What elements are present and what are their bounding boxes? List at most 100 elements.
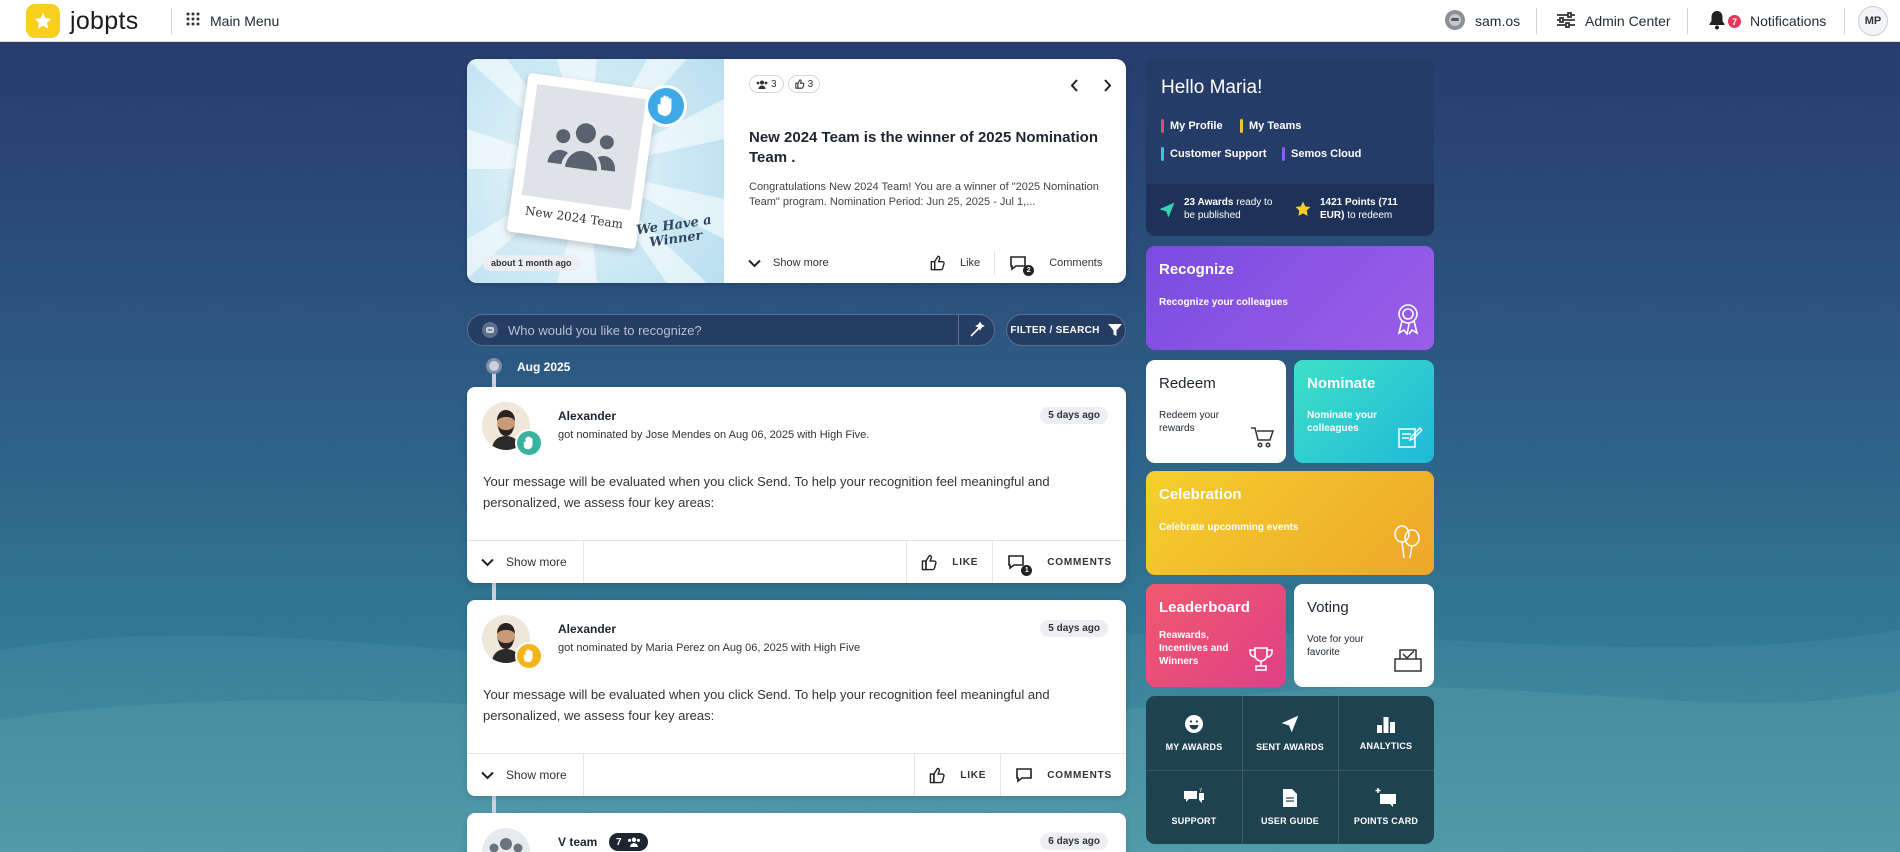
recognize-search-bar bbox=[467, 314, 995, 346]
bar-chart-icon bbox=[1377, 717, 1395, 733]
main-menu-button[interactable]: Main Menu bbox=[186, 0, 279, 42]
points-chat-icon bbox=[1375, 788, 1396, 807]
bot-icon bbox=[482, 322, 498, 338]
ballot-box-icon bbox=[1394, 648, 1422, 677]
post-time-chip: 5 days ago bbox=[1040, 407, 1108, 424]
show-more-button[interactable]: Show more bbox=[467, 541, 583, 583]
divider bbox=[582, 541, 584, 583]
divider bbox=[1844, 8, 1845, 34]
analytics-button[interactable]: ANALYTICS bbox=[1338, 696, 1434, 770]
high-five-award-icon bbox=[515, 642, 543, 670]
filter-search-button[interactable]: FILTER / SEARCH bbox=[1006, 314, 1126, 346]
leaderboard-tile[interactable]: Leaderboard Reawards, Incentives and Win… bbox=[1146, 584, 1286, 687]
nominate-tile[interactable]: Nominate Nominate your colleagues bbox=[1294, 360, 1434, 463]
magic-wand-button[interactable] bbox=[958, 315, 994, 345]
show-more-button[interactable]: Show more bbox=[467, 754, 583, 796]
my-teams-link[interactable]: My Teams bbox=[1240, 119, 1301, 133]
people-icon bbox=[756, 80, 768, 89]
next-arrow-icon[interactable] bbox=[1097, 75, 1117, 95]
recognize-search-input[interactable] bbox=[508, 322, 948, 338]
points-text[interactable]: 1421 Points (711 EUR) to redeem bbox=[1320, 196, 1424, 222]
voting-tile[interactable]: Voting Vote for your favorite bbox=[1294, 584, 1434, 687]
notifications-label: Notifications bbox=[1750, 13, 1827, 29]
high-five-award-icon bbox=[515, 429, 543, 457]
celebration-tile[interactable]: Celebration Celebrate upcomming events bbox=[1146, 471, 1434, 575]
members-chip: 3 bbox=[749, 75, 784, 93]
post-actions: Show more LIKE COMMENTS bbox=[467, 753, 1126, 796]
greeting: Hello Maria! bbox=[1161, 77, 1263, 98]
team-avatar[interactable] bbox=[482, 828, 530, 852]
bell-icon bbox=[1708, 10, 1726, 33]
user-avatar-icon bbox=[1444, 9, 1466, 34]
admin-center-label: Admin Center bbox=[1585, 13, 1671, 29]
awards-ready-text[interactable]: 23 Awards ready to be published bbox=[1184, 196, 1284, 222]
comment-count-badge: 1 bbox=[1021, 565, 1033, 576]
sent-awards-button[interactable]: SENT AWARDS bbox=[1242, 696, 1338, 770]
customer-support-link[interactable]: Customer Support bbox=[1161, 147, 1267, 161]
divider bbox=[171, 8, 172, 34]
divider bbox=[1536, 8, 1537, 34]
post-subtitle: got nominated by Maria Perez on Aug 06, … bbox=[558, 642, 861, 654]
nomination-form-icon bbox=[1398, 426, 1424, 453]
user-name: sam.os bbox=[1475, 13, 1521, 29]
welcome-panel: Hello Maria! My Profile My Teams Custome… bbox=[1146, 59, 1434, 236]
like-button[interactable]: LIKE bbox=[907, 541, 992, 583]
chevron-down-icon bbox=[481, 558, 494, 566]
user-menu[interactable]: sam.os bbox=[1444, 0, 1520, 42]
paper-plane-icon bbox=[1281, 715, 1299, 733]
recognize-tile[interactable]: Recognize Recognize your colleagues bbox=[1146, 246, 1434, 350]
support-chat-icon: ? bbox=[1184, 788, 1204, 803]
timeline-dot bbox=[486, 358, 502, 374]
app-logo[interactable]: jobpts bbox=[26, 4, 139, 38]
feed-post: Alexander got nominated by Maria Perez o… bbox=[467, 600, 1126, 796]
post-actions: Show more LIKE 1 COMMENTS bbox=[467, 540, 1126, 583]
star-logo-icon bbox=[26, 4, 60, 38]
thumbs-up-icon bbox=[921, 554, 937, 570]
team-icon bbox=[521, 84, 647, 211]
team-members-badge: 7 bbox=[609, 833, 648, 851]
points-card-button[interactable]: POINTS CARD bbox=[1338, 770, 1434, 844]
chevron-down-icon bbox=[481, 771, 494, 779]
feature-stats: 3 3 bbox=[749, 75, 824, 93]
my-profile-link[interactable]: My Profile bbox=[1161, 119, 1223, 133]
star-icon bbox=[1294, 200, 1312, 223]
like-button[interactable]: LIKE bbox=[915, 754, 1000, 796]
post-author[interactable]: Alexander bbox=[558, 622, 616, 636]
trophy-icon bbox=[1248, 646, 1274, 677]
comments-button[interactable]: 2 Comments bbox=[995, 243, 1116, 283]
sliders-icon bbox=[1556, 11, 1576, 31]
thumbs-up-icon bbox=[929, 767, 945, 783]
winner-illustration: New 2024 Team We Have a Winner about 1 m… bbox=[467, 59, 724, 283]
my-awards-button[interactable]: MY AWARDS bbox=[1146, 696, 1242, 770]
post-author[interactable]: V team bbox=[558, 835, 597, 849]
like-button[interactable]: Like bbox=[916, 243, 994, 283]
divider bbox=[582, 754, 584, 796]
ribbon-award-icon bbox=[1394, 303, 1422, 340]
paper-plane-icon bbox=[1158, 201, 1176, 224]
post-time-chip: 5 days ago bbox=[1040, 620, 1108, 637]
prev-arrow-icon[interactable] bbox=[1064, 75, 1084, 95]
svg-text:?: ? bbox=[1199, 788, 1202, 794]
notifications-button[interactable]: Notifications bbox=[1708, 0, 1826, 42]
comments-button[interactable]: 1 COMMENTS bbox=[993, 541, 1126, 583]
top-bar: jobpts Main Menu sam.os Admin Center Not… bbox=[0, 0, 1900, 42]
user-guide-button[interactable]: USER GUIDE bbox=[1242, 770, 1338, 844]
post-author[interactable]: Alexander bbox=[558, 409, 616, 423]
show-more-button[interactable]: Show more bbox=[724, 243, 894, 283]
comment-count-badge: 2 bbox=[1023, 265, 1035, 276]
magic-wand-icon bbox=[969, 322, 985, 337]
comments-button[interactable]: COMMENTS bbox=[1001, 754, 1126, 796]
post-time-chip: about 1 month ago bbox=[483, 255, 580, 271]
filter-icon bbox=[1107, 324, 1122, 336]
profile-avatar[interactable]: MP bbox=[1858, 6, 1888, 36]
admin-center-button[interactable]: Admin Center bbox=[1556, 0, 1671, 42]
notification-count-badge: 7 bbox=[1728, 15, 1741, 28]
people-icon bbox=[627, 837, 640, 847]
support-button[interactable]: ? SUPPORT bbox=[1146, 770, 1242, 844]
thumbs-up-icon bbox=[930, 255, 945, 271]
document-icon bbox=[1283, 789, 1297, 807]
feature-title: New 2024 Team is the winner of 2025 Nomi… bbox=[749, 129, 1098, 166]
redeem-tile[interactable]: Redeem Redeem your rewards bbox=[1146, 360, 1286, 463]
semos-cloud-link[interactable]: Semos Cloud bbox=[1282, 147, 1361, 161]
post-subtitle: got nominated by Jose Mendes on Aug 06, … bbox=[558, 429, 870, 441]
